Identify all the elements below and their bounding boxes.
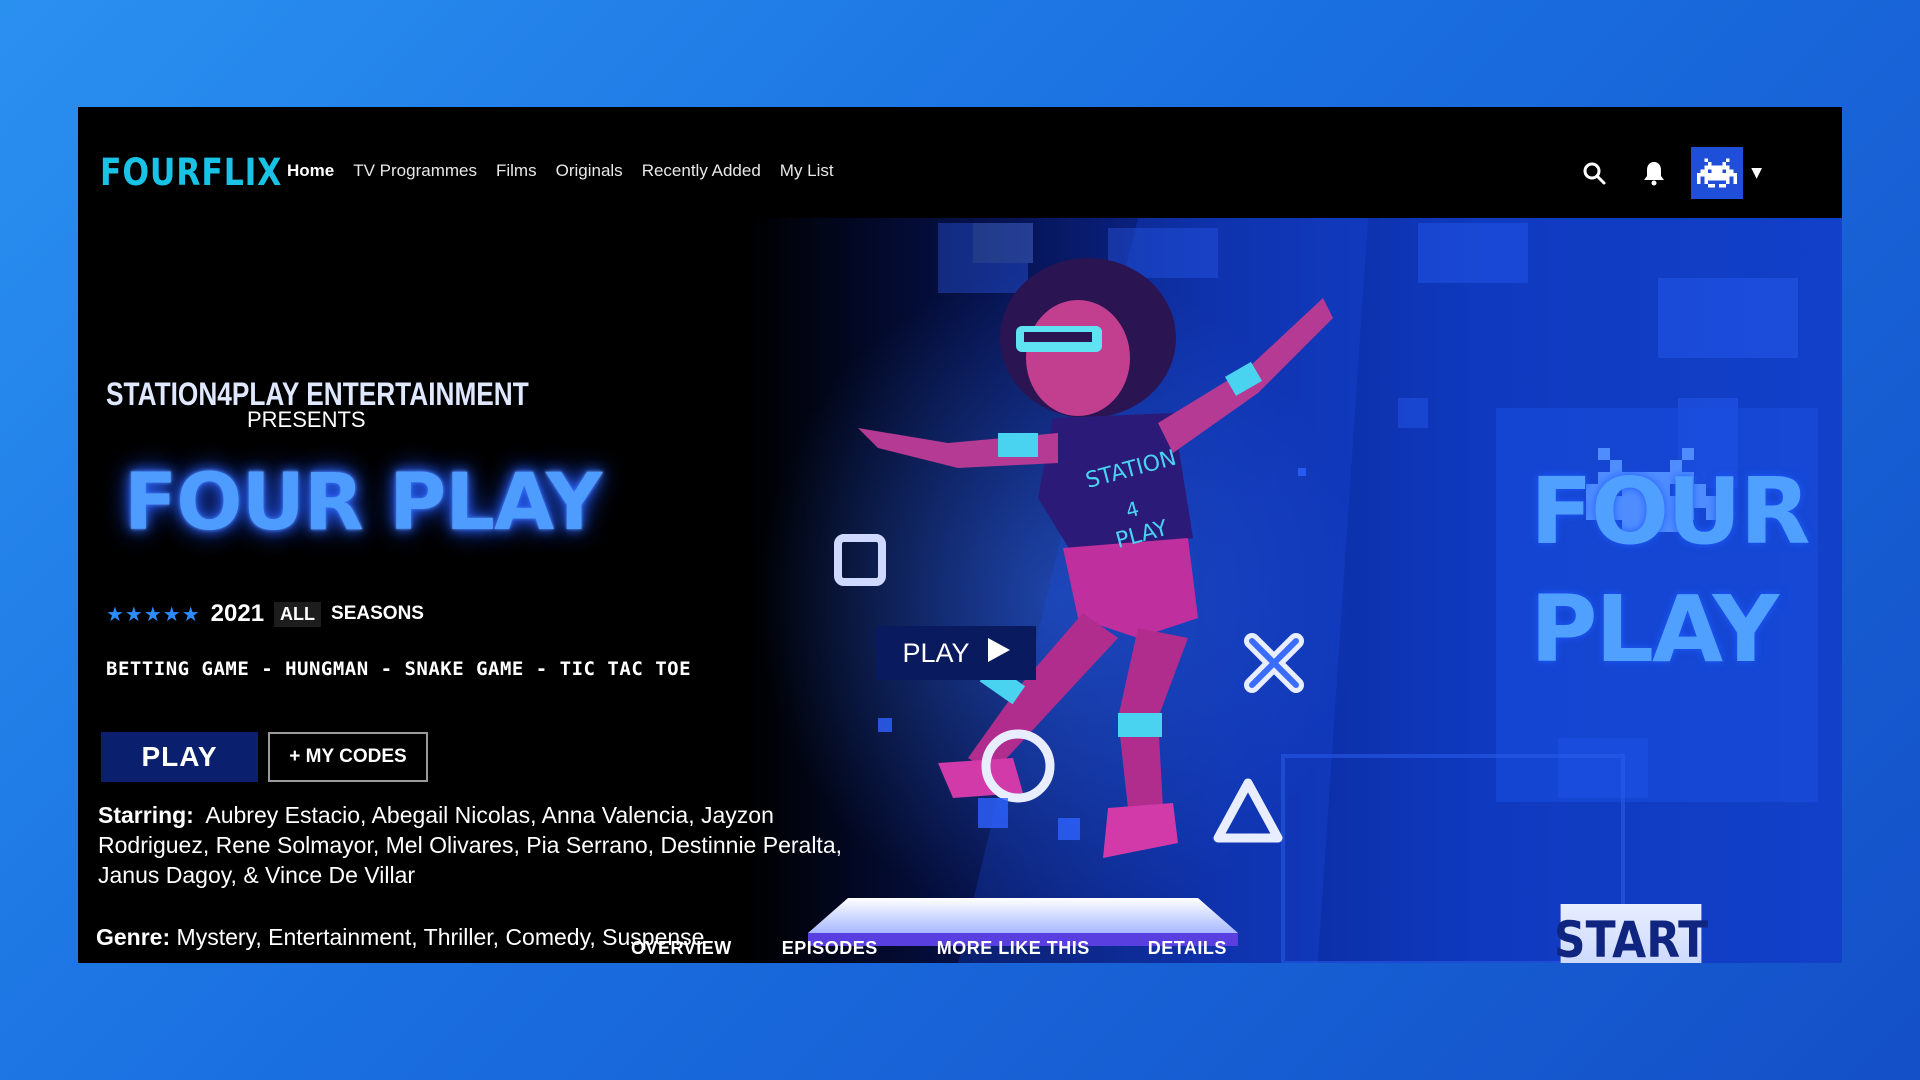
poster-title: FOUR PLAY	[1530, 453, 1811, 689]
games-list: BETTING GAME - HUNGMAN - SNAKE GAME - TI…	[106, 658, 692, 680]
nav-home[interactable]: Home	[287, 161, 334, 181]
starring-credits: Starring: Aubrey Estacio, Abegail Nicola…	[98, 800, 858, 890]
nav-recently-added[interactable]: Recently Added	[642, 161, 761, 181]
meta-row: ★★★★★ 2021 ALL SEASONS	[106, 600, 424, 628]
nav-icons: ▼	[1579, 147, 1762, 199]
poster-title-line2: PLAY	[1530, 576, 1779, 683]
video-play-button[interactable]: PLAY	[876, 626, 1036, 680]
caret-down-icon[interactable]: ▼	[1751, 165, 1762, 181]
nav-tv-programmes[interactable]: TV Programmes	[353, 161, 477, 181]
genre-label: Genre:	[96, 924, 171, 950]
brand-logo[interactable]: FOURFLIX	[100, 151, 282, 194]
my-codes-button[interactable]: + MY CODES	[268, 732, 428, 782]
genre-values: Mystery, Entertainment, Thriller, Comedy…	[176, 924, 705, 950]
tab-episodes[interactable]: EPISODES	[782, 938, 878, 963]
show-title-logo: FOUR PLAY	[124, 458, 602, 548]
tab-details[interactable]: DETAILS	[1148, 938, 1227, 963]
top-nav: FOURFLIX Home TV Programmes Films Origin…	[78, 107, 1842, 218]
nav-originals[interactable]: Originals	[556, 161, 623, 181]
hero-banner: STATION 4 PLAY FOUR PLAY STATION4PLAY EN…	[78, 218, 1842, 963]
studio-credit: STATION4PLAY ENTERTAINMENT PRESENTS	[106, 376, 622, 433]
start-button[interactable]: START	[1554, 904, 1708, 963]
space-invader-avatar-icon[interactable]	[1691, 147, 1744, 199]
release-year: 2021	[210, 600, 265, 627]
tab-overview[interactable]: OVERVIEW	[631, 938, 732, 963]
play-triangle-icon	[987, 637, 1010, 669]
app-window: FOURFLIX Home TV Programmes Films Origin…	[78, 107, 1842, 963]
poster-title-line1: FOUR	[1530, 458, 1811, 565]
video-play-label: PLAY	[902, 637, 970, 668]
age-rating-badge: ALL	[274, 601, 322, 627]
starring-names: Aubrey Estacio, Abegail Nicolas, Anna Va…	[98, 802, 843, 888]
studio-name: STATION4PLAY ENTERTAINMENT	[106, 376, 529, 412]
seasons-label: SEASONS	[331, 603, 424, 624]
nav-my-list[interactable]: My List	[780, 161, 834, 181]
search-icon[interactable]	[1579, 158, 1609, 188]
nav-films[interactable]: Films	[496, 161, 537, 181]
detail-tabs: OVERVIEW EPISODES MORE LIKE THIS DETAILS	[631, 938, 1227, 963]
bell-icon[interactable]	[1639, 158, 1669, 188]
rating-stars: ★★★★★	[106, 602, 201, 626]
nav-links: Home TV Programmes Films Originals Recen…	[287, 161, 834, 181]
starring-label: Starring:	[98, 802, 194, 828]
genre-line: Genre: Mystery, Entertainment, Thriller,…	[96, 924, 704, 951]
tab-more-like-this[interactable]: MORE LIKE THIS	[937, 938, 1090, 963]
play-button[interactable]: PLAY	[101, 732, 258, 782]
